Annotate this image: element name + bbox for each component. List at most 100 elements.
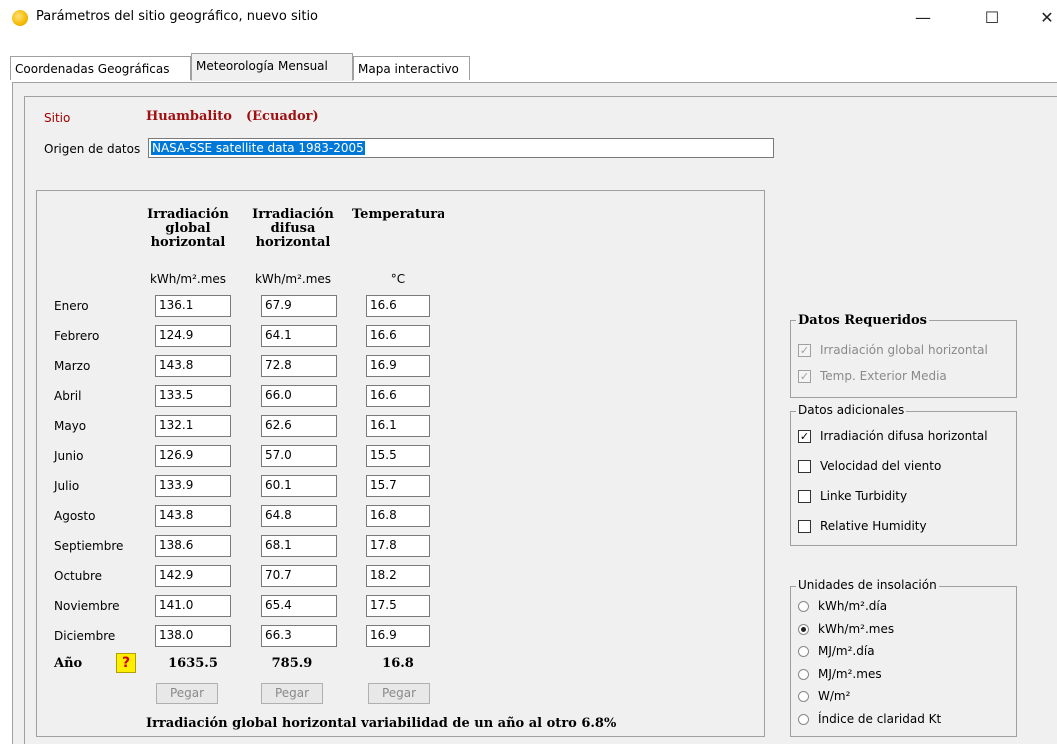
year-temp-total: 16.8 [382, 656, 414, 671]
temperature-input[interactable]: 16.6 [366, 325, 430, 347]
diffuse-irradiation-input[interactable]: 64.1 [261, 325, 337, 347]
month-label: Diciembre [54, 629, 116, 643]
units-radio[interactable] [798, 713, 809, 725]
month-label: Junio [54, 449, 84, 463]
units-radio[interactable] [798, 601, 809, 612]
temperature-input[interactable]: 15.7 [366, 475, 430, 497]
global-irradiation-input[interactable]: 126.9 [155, 445, 231, 467]
col-header-global-l1: Irradiación [147, 207, 229, 222]
relative-humidity-label[interactable]: Relative Humidity [820, 519, 927, 533]
required-global-checkbox: ✓ [798, 344, 811, 357]
units-option-label[interactable]: MJ/m².día [818, 644, 875, 658]
diffuse-irradiation-input[interactable]: 60.1 [261, 475, 337, 497]
temperature-input[interactable]: 16.6 [366, 385, 430, 407]
paste-temp-button[interactable]: Pegar [368, 683, 430, 704]
col-header-global-l2: global [165, 221, 211, 236]
units-radio[interactable] [798, 623, 809, 635]
global-irradiation-input[interactable]: 143.8 [155, 355, 231, 377]
tab-meteorologia[interactable]: Meteorología Mensual [191, 53, 353, 81]
origin-value: NASA-SSE satellite data 1983-2005 [151, 141, 365, 155]
month-label: Agosto [54, 509, 96, 523]
paste-diffuse-button[interactable]: Pegar [261, 683, 323, 704]
check-icon: ✓ [799, 430, 810, 443]
check-icon: ✓ [799, 370, 810, 383]
global-irradiation-input[interactable]: 136.1 [155, 295, 231, 317]
units-radio[interactable] [798, 646, 809, 657]
month-label: Abril [54, 389, 82, 403]
global-irradiation-input[interactable]: 138.6 [155, 535, 231, 557]
diffuse-irradiation-input[interactable]: 66.0 [261, 385, 337, 407]
wind-speed-checkbox[interactable] [798, 460, 811, 473]
col-header-global: Irradiación global horizontal [140, 208, 236, 250]
units-legend: Unidades de insolación [796, 578, 939, 592]
help-button[interactable]: ? [116, 653, 136, 673]
unit-global: kWh/m².mes [149, 272, 227, 286]
global-irradiation-input[interactable]: 138.0 [155, 625, 231, 647]
diffuse-irradiation-input[interactable]: 67.9 [261, 295, 337, 317]
global-irradiation-input[interactable]: 124.9 [155, 325, 231, 347]
site-name: Huambalito [146, 109, 232, 124]
temperature-input[interactable]: 16.9 [366, 355, 430, 377]
global-irradiation-input[interactable]: 143.8 [155, 505, 231, 527]
diffuse-irradiation-input[interactable]: 57.0 [261, 445, 337, 467]
month-label: Mayo [54, 419, 87, 433]
units-option-label[interactable]: W/m² [818, 689, 850, 703]
diffuse-irradiation-input[interactable]: 65.4 [261, 595, 337, 617]
tab-mapa[interactable]: Mapa interactivo [353, 56, 470, 80]
diffuse-checkbox[interactable]: ✓ [798, 430, 811, 443]
global-irradiation-input[interactable]: 133.5 [155, 385, 231, 407]
site-country: (Ecuador) [246, 109, 319, 124]
global-irradiation-input[interactable]: 141.0 [155, 595, 231, 617]
paste-global-button[interactable]: Pegar [156, 683, 218, 704]
units-radio[interactable] [798, 691, 809, 702]
required-data-group [790, 320, 1017, 398]
units-option-label[interactable]: kWh/m².día [818, 599, 887, 613]
close-button[interactable]: ✕ [1037, 4, 1057, 32]
units-option-label[interactable]: kWh/m².mes [818, 622, 894, 636]
temperature-input[interactable]: 16.1 [366, 415, 430, 437]
global-irradiation-input[interactable]: 142.9 [155, 565, 231, 587]
col-header-diffuse-l2: difusa [270, 221, 316, 236]
global-irradiation-input[interactable]: 133.9 [155, 475, 231, 497]
month-label: Enero [54, 299, 89, 313]
tab-coordenadas[interactable]: Coordenadas Geográficas [10, 56, 191, 80]
col-header-diffuse-l3: horizontal [255, 235, 331, 250]
temperature-input[interactable]: 17.5 [366, 595, 430, 617]
minimize-icon: — [915, 8, 931, 27]
additional-data-legend: Datos adicionales [796, 403, 907, 417]
maximize-icon: ☐ [984, 8, 1000, 27]
temperature-input[interactable]: 16.8 [366, 505, 430, 527]
diffuse-irradiation-input[interactable]: 66.3 [261, 625, 337, 647]
month-label: Octubre [54, 569, 103, 583]
diffuse-label[interactable]: Irradiación difusa horizontal [820, 429, 988, 443]
required-data-legend: Datos Requeridos [796, 313, 929, 328]
close-icon: ✕ [1040, 8, 1054, 27]
unit-temp: °C [390, 272, 406, 286]
diffuse-irradiation-input[interactable]: 70.7 [261, 565, 337, 587]
units-option-label[interactable]: MJ/m².mes [818, 667, 882, 681]
diffuse-irradiation-input[interactable]: 62.6 [261, 415, 337, 437]
diffuse-irradiation-input[interactable]: 64.8 [261, 505, 337, 527]
minimize-button[interactable]: — [903, 4, 943, 32]
site-label: Sitio [44, 111, 71, 125]
temperature-input[interactable]: 16.6 [366, 295, 430, 317]
linke-turbidity-checkbox[interactable] [798, 490, 811, 503]
temperature-input[interactable]: 15.5 [366, 445, 430, 467]
temperature-input[interactable]: 18.2 [366, 565, 430, 587]
maximize-button[interactable]: ☐ [972, 4, 1012, 32]
wind-speed-label[interactable]: Velocidad del viento [820, 459, 941, 473]
required-global-label: Irradiación global horizontal [820, 343, 988, 357]
window-title: Parámetros del sitio geográfico, nuevo s… [36, 9, 319, 24]
units-option-label[interactable]: Índice de claridad Kt [818, 712, 941, 726]
month-label: Noviembre [54, 599, 120, 613]
global-irradiation-input[interactable]: 132.1 [155, 415, 231, 437]
linke-turbidity-label[interactable]: Linke Turbidity [820, 489, 907, 503]
origin-field[interactable]: NASA-SSE satellite data 1983-2005 [148, 138, 774, 158]
relative-humidity-checkbox[interactable] [798, 520, 811, 533]
temperature-input[interactable]: 16.9 [366, 625, 430, 647]
temperature-input[interactable]: 17.8 [366, 535, 430, 557]
diffuse-irradiation-input[interactable]: 72.8 [261, 355, 337, 377]
diffuse-irradiation-input[interactable]: 68.1 [261, 535, 337, 557]
check-icon: ✓ [799, 344, 810, 357]
units-radio[interactable] [798, 668, 809, 680]
